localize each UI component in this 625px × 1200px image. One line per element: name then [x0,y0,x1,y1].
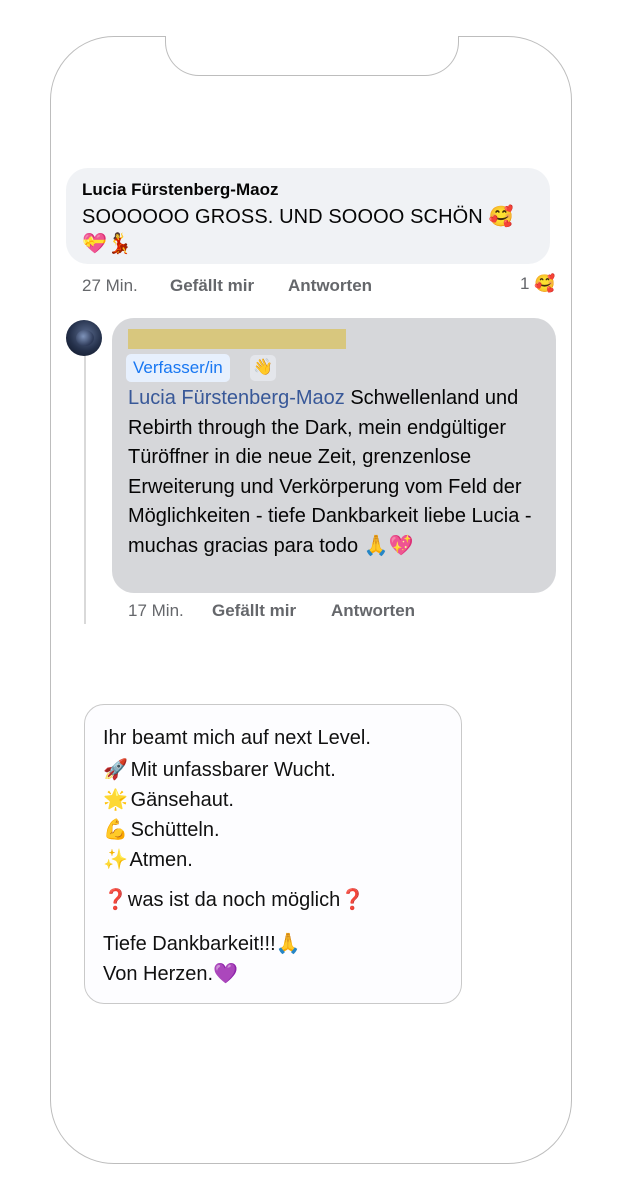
caption-line: 🌟 Gänsehaut. [103,787,234,812]
comment-author[interactable]: Lucia Fürstenberg-Maoz [82,180,278,200]
wave-icon: 👋 [250,355,276,381]
reply-reply-button[interactable]: Antworten [331,601,415,621]
caption-line: ❓was ist da noch möglich❓ [103,889,366,911]
reaction-emoji-icon: 🥰 [534,274,556,293]
comment-time[interactable]: 27 Min. [82,276,138,296]
caption-text: Schütteln. [130,819,220,841]
comment-reply-button[interactable]: Antworten [288,276,372,296]
avatar[interactable] [66,320,102,356]
comment-bubble: Lucia Fürstenberg-Maoz SOOOOOO GROSS. UN… [66,168,550,264]
caption-text: Atmen. [129,849,193,871]
caption-line: Ihr beamt mich auf next Level. [103,727,371,749]
reaction-count: 1 [520,274,530,293]
phone-notch [165,36,459,76]
comment-text: SOOOOOO GROSS. UND SOOOO SCHÖN 🥰 💝💃 [82,206,514,255]
thread-line [84,352,86,624]
caption-line: 💪 Schütteln. [103,817,220,842]
comment-like-button[interactable]: Gefällt mir [170,276,254,296]
caption-line: 🚀 Mit unfassbarer Wucht. [103,757,336,782]
flexed-arm-icon: 💪 [103,819,128,841]
caption-text: Mit unfassbarer Wucht. [130,759,336,781]
sparkles-icon: ✨ [103,849,128,871]
caption-line: Von Herzen.💜 [103,963,238,985]
reaction-summary[interactable]: 1 🥰 [520,274,555,294]
notch-cover [166,34,458,38]
reply-like-button[interactable]: Gefällt mir [212,601,296,621]
mention-link[interactable]: Lucia Fürstenberg-Maoz [128,387,345,409]
caption-card: Ihr beamt mich auf next Level. 🚀 Mit unf… [84,704,462,1004]
reply-time[interactable]: 17 Min. [128,601,184,621]
rocket-icon: 🚀 [103,759,128,781]
reply-text: Lucia Fürstenberg-Maoz Schwellenland und… [128,384,552,561]
reply-body: Schwellenland und Rebirth through the Da… [128,387,532,557]
caption-text: Gänsehaut. [130,789,234,811]
redacted-name [128,329,346,349]
author-badge: Verfasser/in [126,354,230,382]
star-icon: 🌟 [103,789,128,811]
reply-bubble: Verfasser/in 👋 Lucia Fürstenberg-Maoz Sc… [112,318,556,593]
caption-line: ✨ Atmen. [103,847,193,872]
caption-line: Tiefe Dankbarkeit!!!🙏 [103,933,301,955]
